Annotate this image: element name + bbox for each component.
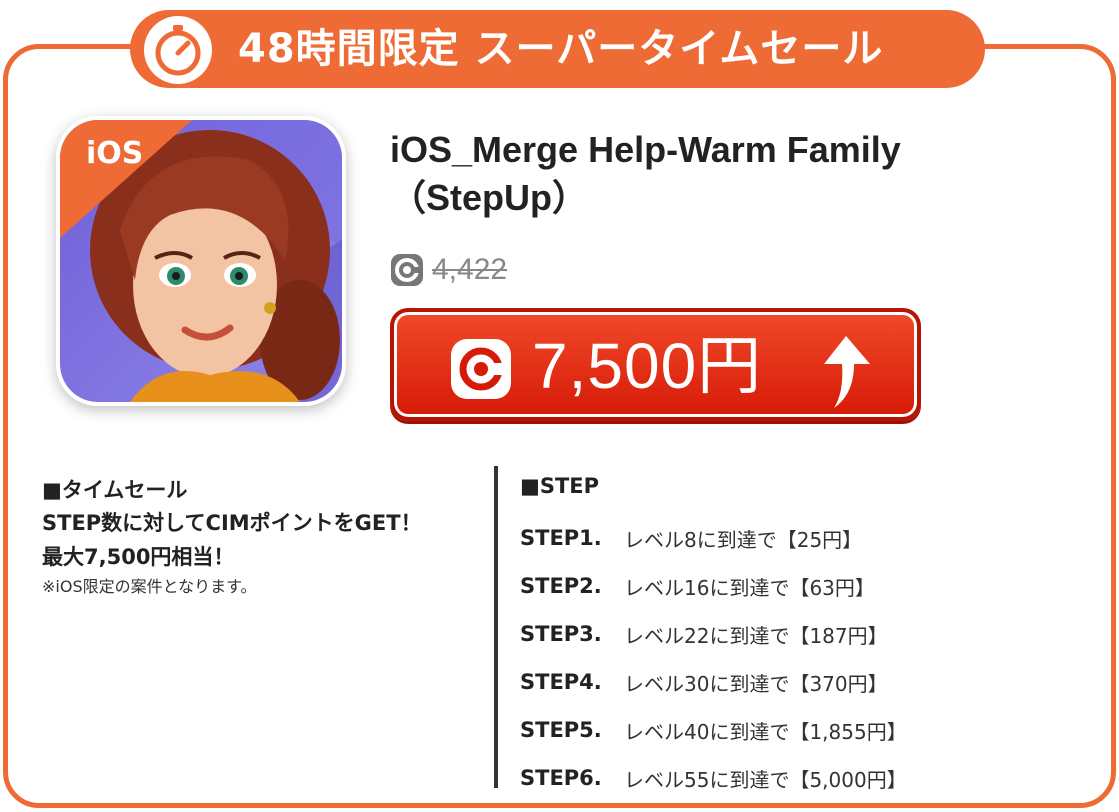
step-label: STEP3. — [520, 622, 602, 646]
step-label: STEP6. — [520, 766, 602, 790]
app-title-line2: （StepUp） — [390, 177, 589, 218]
step-row: STEP3. レベル22に到達で【187円】 — [520, 610, 1100, 658]
old-price-value: 4,422 — [432, 253, 508, 286]
step-row: STEP4. レベル30に到達で【370円】 — [520, 658, 1100, 706]
time-sale-line1: STEP数に対してCIMポイントをGET！ — [42, 511, 422, 535]
banner-title: 48時間限定 スーパータイムセール — [238, 26, 884, 72]
time-sale-line2: 最大7,500円相当！ — [42, 545, 235, 569]
steps-heading: ■STEP — [520, 474, 600, 498]
time-sale-note: ※iOS限定の案件となります。 — [42, 577, 257, 596]
cim-coin-icon — [451, 339, 511, 399]
price-button[interactable]: 7,500円 — [390, 308, 921, 421]
step-description: レベル30に到達で【370円】 — [624, 671, 888, 696]
app-title: iOS_Merge Help-Warm Family （StepUp） — [390, 126, 1030, 222]
stopwatch-icon — [144, 16, 212, 84]
time-sale-heading: ■タイムセール — [42, 478, 188, 502]
app-icon[interactable]: iOS — [56, 116, 346, 406]
arrow-up-icon — [824, 336, 870, 408]
section-divider — [494, 466, 498, 788]
ios-badge: iOS — [86, 136, 144, 171]
step-row: STEP5. レベル40に到達で【1,855円】 — [520, 706, 1100, 754]
price-value: 7,500円 — [532, 330, 763, 402]
step-description: レベル16に到達で【63円】 — [624, 575, 875, 600]
step-description: レベル22に到達で【187円】 — [624, 623, 888, 648]
step-row: STEP6. レベル55に到達で【5,000円】 — [520, 754, 1100, 802]
step-description: レベル8に到達で【25円】 — [624, 527, 863, 552]
time-sale-section: ■タイムセール STEP数に対してCIMポイントをGET！ 最大7,500円相当… — [42, 474, 482, 600]
app-title-line1: iOS_Merge Help-Warm Family — [390, 129, 901, 170]
step-description: レベル40に到達で【1,855円】 — [624, 719, 907, 744]
steps-section: ■STEP STEP1. レベル8に到達で【25円】 STEP2. レベル16に… — [520, 474, 1100, 802]
cim-coin-icon — [391, 254, 423, 286]
step-description: レベル55に到達で【5,000円】 — [624, 767, 907, 792]
step-label: STEP4. — [520, 670, 602, 694]
step-row: STEP1. レベル8に到達で【25円】 — [520, 514, 1100, 562]
sale-banner: 48時間限定 スーパータイムセール — [130, 10, 985, 88]
step-label: STEP1. — [520, 526, 602, 550]
step-label: STEP2. — [520, 574, 602, 598]
old-price: 4,422 — [390, 251, 507, 289]
step-row: STEP2. レベル16に到達で【63円】 — [520, 562, 1100, 610]
step-label: STEP5. — [520, 718, 602, 742]
steps-list: STEP1. レベル8に到達で【25円】 STEP2. レベル16に到達で【63… — [520, 514, 1100, 802]
